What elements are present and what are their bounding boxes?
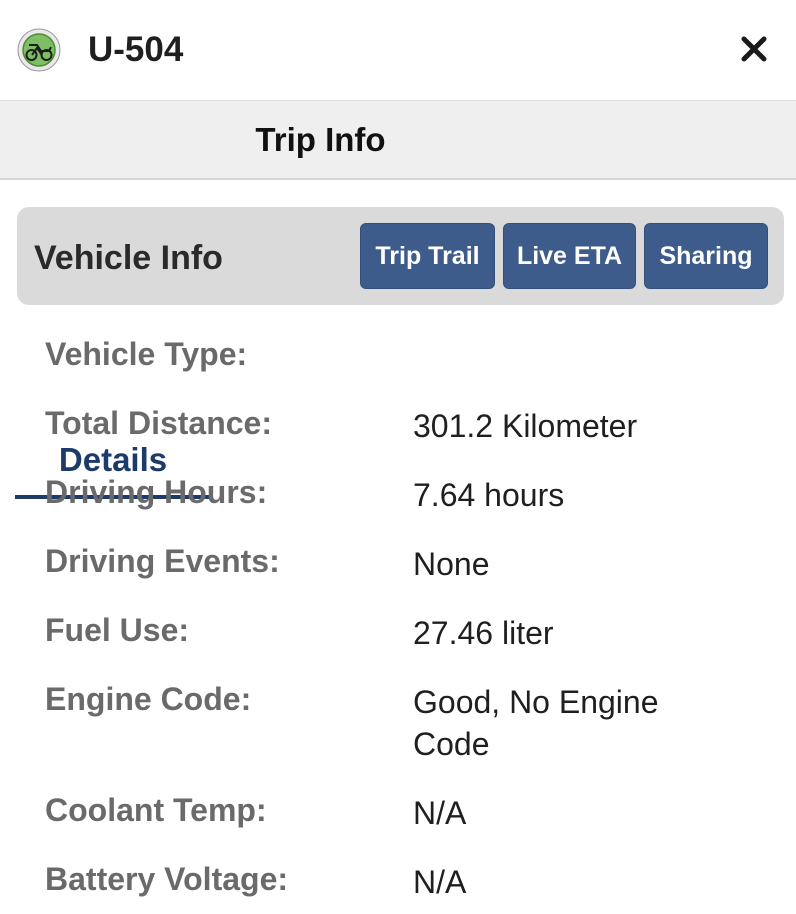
detail-label: Driving Hours: (45, 474, 268, 510)
vehicle-info-title: Vehicle Info (34, 239, 223, 277)
detail-value: N/A (413, 864, 467, 900)
panel-header: U-504 (0, 0, 796, 100)
detail-value: Good, No Engine Code (413, 684, 659, 762)
vehicle-title: U-504 (88, 30, 184, 69)
detail-label: Total Distance: (45, 405, 272, 441)
detail-label: Driving Events: (45, 543, 280, 579)
tab-bar: Details Trip Info (0, 100, 796, 499)
trip-trail-button[interactable]: Trip Trail (360, 223, 495, 289)
vehicle-info-bar: Vehicle Info Trip Trail Live ETA Sharing (17, 207, 784, 305)
detail-label: Engine Code: (45, 681, 252, 717)
detail-value: 7.64 hours (413, 477, 565, 513)
detail-label: Fuel Use: (45, 612, 190, 648)
detail-label: Battery Voltage: (45, 861, 289, 897)
detail-value: None (413, 546, 490, 582)
tab-trip-info[interactable]: Trip Info (228, 101, 413, 179)
detail-value: N/A (413, 795, 467, 831)
detail-label: Vehicle Type: (45, 336, 248, 372)
live-eta-button[interactable]: Live ETA (503, 223, 636, 289)
detail-label: Coolant Temp: (45, 792, 267, 828)
detail-value: 27.46 liter (413, 615, 554, 651)
close-icon (741, 36, 767, 62)
vehicle-status-icon (17, 28, 61, 72)
detail-value: 301.2 Kilometer (413, 408, 638, 444)
close-button[interactable] (733, 28, 775, 70)
sharing-button[interactable]: Sharing (644, 223, 768, 289)
